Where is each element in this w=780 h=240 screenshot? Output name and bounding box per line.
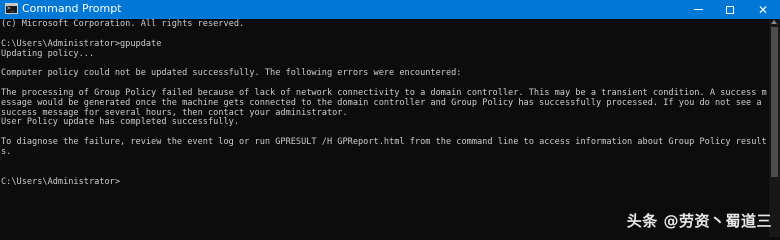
console-line: Updating policy...	[1, 48, 95, 59]
console-line: (c) Microsoft Corporation. All rights re…	[1, 19, 245, 29]
vertical-scrollbar[interactable]	[769, 19, 780, 237]
console-line: s.	[1, 146, 12, 157]
close-icon: ✕	[757, 2, 769, 17]
close-button[interactable]: ✕	[748, 0, 778, 19]
console-line: C:\Users\Administrator>gpupdate	[1, 38, 162, 49]
title-bar[interactable]: >_ Command Prompt ✕	[0, 0, 780, 19]
maximize-button[interactable]	[715, 0, 745, 19]
console-line: C:\Users\Administrator>	[1, 176, 120, 187]
scroll-up-arrow-icon[interactable]	[771, 20, 777, 24]
command-prompt-window: >_ Command Prompt ✕ (c) Microsoft Corpor…	[0, 0, 780, 237]
maximize-icon	[726, 5, 734, 14]
minimize-button[interactable]	[683, 0, 713, 19]
window-title: Command Prompt	[22, 2, 122, 15]
scrollbar-thumb[interactable]	[771, 27, 778, 177]
console-output[interactable]: (c) Microsoft Corporation. All rights re…	[0, 19, 769, 237]
cmd-icon: >_	[5, 3, 18, 14]
console-line: To diagnose the failure, review the even…	[1, 137, 767, 148]
console-line: User Policy update has completed success…	[1, 117, 239, 128]
console-line: Computer policy could not be updated suc…	[1, 68, 462, 79]
watermark: 头条 @劳资丶蜀道三	[626, 212, 772, 230]
minimize-icon	[693, 9, 703, 10]
